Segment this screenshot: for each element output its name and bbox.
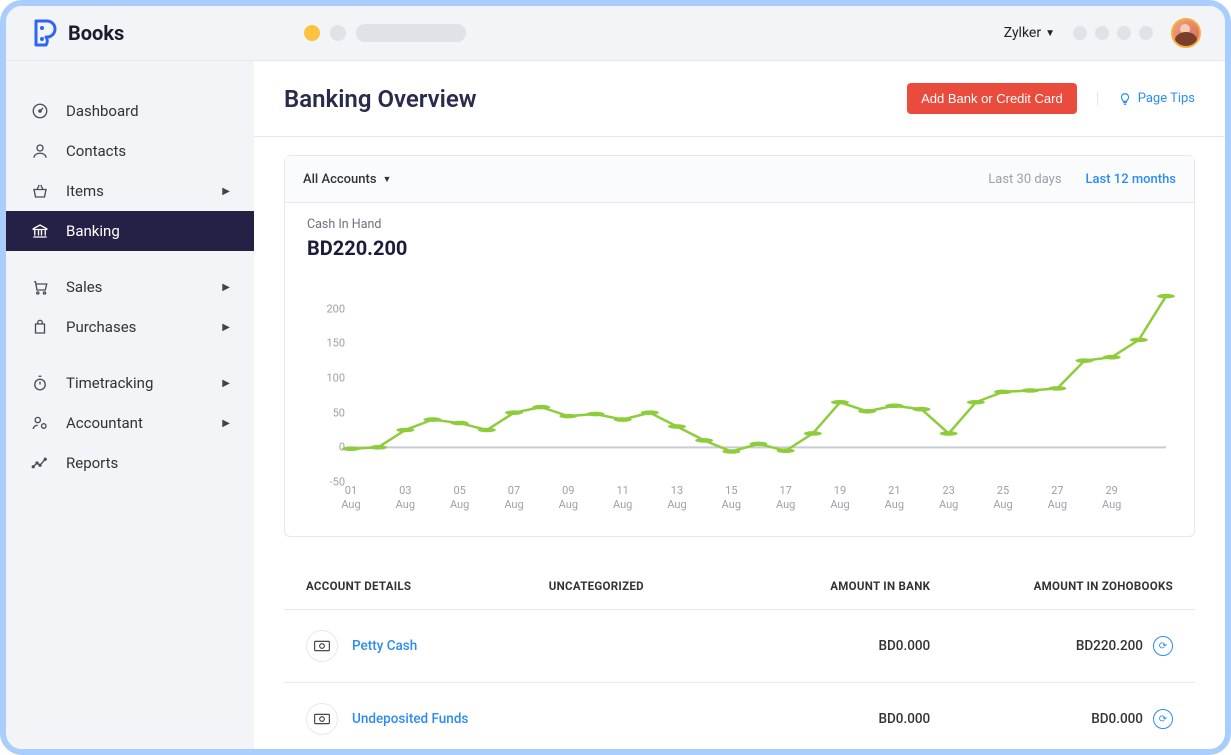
cash-chart-card: All Accounts ▼ Last 30 days Last 12 mont…	[284, 155, 1195, 537]
x-tick: 05Aug	[450, 484, 469, 512]
app-logo[interactable]: Books	[30, 19, 124, 47]
page-tips-link[interactable]: Page Tips	[1097, 91, 1195, 106]
cell-amount-bank: BD0.000	[739, 638, 930, 654]
sidebar-item-timetracking[interactable]: Timetracking ▶	[6, 363, 254, 403]
x-tick: 09Aug	[559, 484, 578, 512]
org-switcher[interactable]: Zylker ▼	[1004, 25, 1055, 41]
sidebar-item-label: Items	[66, 182, 104, 200]
cash-icon	[306, 703, 338, 735]
cell-amount-zoho: BD220.200	[1076, 638, 1143, 654]
trend-icon	[30, 454, 50, 472]
refresh-icon[interactable]: ⟳	[1153, 709, 1173, 729]
range-tab-12months[interactable]: Last 12 months	[1086, 172, 1176, 187]
sidebar-item-label: Accountant	[66, 414, 143, 432]
sidebar-item-items[interactable]: Items ▶	[6, 171, 254, 211]
cell-amount-bank: BD0.000	[739, 711, 930, 727]
chevron-right-icon: ▶	[222, 418, 230, 429]
bank-icon	[30, 222, 50, 240]
org-name: Zylker	[1004, 25, 1041, 41]
cash-value: BD220.200	[307, 236, 1172, 260]
x-tick: 27Aug	[1048, 484, 1067, 512]
chevron-right-icon: ▶	[222, 322, 230, 333]
bag-icon	[30, 318, 50, 336]
basket-icon	[30, 182, 50, 200]
sidebar-item-purchases[interactable]: Purchases ▶	[6, 307, 254, 347]
x-tick: 07Aug	[504, 484, 523, 512]
x-tick: 17Aug	[776, 484, 795, 512]
cell-amount-zoho: BD0.000	[1091, 711, 1143, 727]
person-cog-icon	[30, 414, 50, 432]
table-row: Undeposited Funds BD0.000 BD0.000 ⟳	[284, 683, 1195, 749]
sidebar-item-label: Banking	[66, 222, 120, 240]
caret-down-icon: ▼	[1045, 28, 1055, 39]
person-icon	[30, 142, 50, 160]
app-name: Books	[68, 21, 124, 45]
account-link[interactable]: Petty Cash	[352, 638, 417, 654]
cash-label: Cash In Hand	[307, 217, 1172, 232]
user-avatar[interactable]	[1171, 18, 1201, 48]
x-tick: 29Aug	[1102, 484, 1121, 512]
sidebar-item-label: Reports	[66, 454, 118, 472]
th-uncategorized: UNCATEGORIZED	[549, 579, 740, 593]
sidebar: DashboardContactsItems▶BankingSales▶Purc…	[6, 61, 254, 749]
y-tick: 200	[326, 302, 345, 315]
topbar-icon-placeholders	[1073, 26, 1153, 40]
sidebar-item-sales[interactable]: Sales ▶	[6, 267, 254, 307]
add-bank-button[interactable]: Add Bank or Credit Card	[907, 83, 1077, 114]
chevron-right-icon: ▶	[222, 186, 230, 197]
sidebar-item-accountant[interactable]: Accountant ▶	[6, 403, 254, 443]
gauge-icon	[30, 102, 50, 120]
x-tick: 15Aug	[722, 484, 741, 512]
sidebar-item-dashboard[interactable]: Dashboard	[6, 91, 254, 131]
sidebar-item-banking[interactable]: Banking	[6, 211, 254, 251]
x-tick: 01Aug	[341, 484, 360, 512]
accounts-table: ACCOUNT DETAILS UNCATEGORIZED AMOUNT IN …	[284, 563, 1195, 749]
refresh-icon[interactable]: ⟳	[1153, 636, 1173, 656]
sidebar-item-label: Timetracking	[66, 374, 153, 392]
chevron-right-icon: ▶	[222, 378, 230, 389]
account-filter-dropdown[interactable]: All Accounts ▼	[303, 172, 391, 187]
range-tab-30days[interactable]: Last 30 days	[988, 172, 1061, 187]
page-header: Banking Overview Add Bank or Credit Card…	[254, 61, 1225, 137]
stopwatch-icon	[30, 374, 50, 392]
th-account: ACCOUNT DETAILS	[306, 579, 549, 593]
account-link[interactable]: Undeposited Funds	[352, 711, 468, 727]
sidebar-item-reports[interactable]: Reports	[6, 443, 254, 483]
y-tick: 50	[333, 406, 345, 419]
table-row: Petty Cash BD0.000 BD220.200 ⟳	[284, 610, 1195, 683]
caret-down-icon: ▼	[383, 174, 392, 185]
sidebar-item-label: Purchases	[66, 318, 136, 336]
page-title: Banking Overview	[284, 85, 477, 113]
x-tick: 11Aug	[613, 484, 632, 512]
main-content: Banking Overview Add Bank or Credit Card…	[254, 61, 1225, 749]
sidebar-item-label: Contacts	[66, 142, 126, 160]
cash-chart: -50050100150200 01Aug03Aug05Aug07Aug09Au…	[307, 274, 1172, 514]
sidebar-item-label: Dashboard	[66, 102, 139, 120]
cash-icon	[306, 630, 338, 662]
y-tick: 150	[326, 337, 345, 350]
topbar-placeholder-dots	[304, 24, 466, 42]
books-logo-icon	[30, 19, 58, 47]
th-amount-bank: AMOUNT IN BANK	[739, 579, 930, 593]
chevron-right-icon: ▶	[222, 282, 230, 293]
x-tick: 13Aug	[667, 484, 686, 512]
x-tick: 03Aug	[396, 484, 415, 512]
lightbulb-icon	[1118, 92, 1132, 106]
sidebar-item-label: Sales	[66, 278, 102, 296]
y-tick: 100	[326, 372, 345, 385]
x-tick: 25Aug	[993, 484, 1012, 512]
x-tick: 23Aug	[939, 484, 958, 512]
x-tick: 19Aug	[830, 484, 849, 512]
table-header: ACCOUNT DETAILS UNCATEGORIZED AMOUNT IN …	[284, 563, 1195, 610]
cart-icon	[30, 278, 50, 296]
x-tick: 21Aug	[885, 484, 904, 512]
th-amount-zoho: AMOUNT IN ZOHOBOOKS	[930, 579, 1199, 593]
sidebar-item-contacts[interactable]: Contacts	[6, 131, 254, 171]
topbar: Books Zylker ▼	[6, 6, 1225, 61]
